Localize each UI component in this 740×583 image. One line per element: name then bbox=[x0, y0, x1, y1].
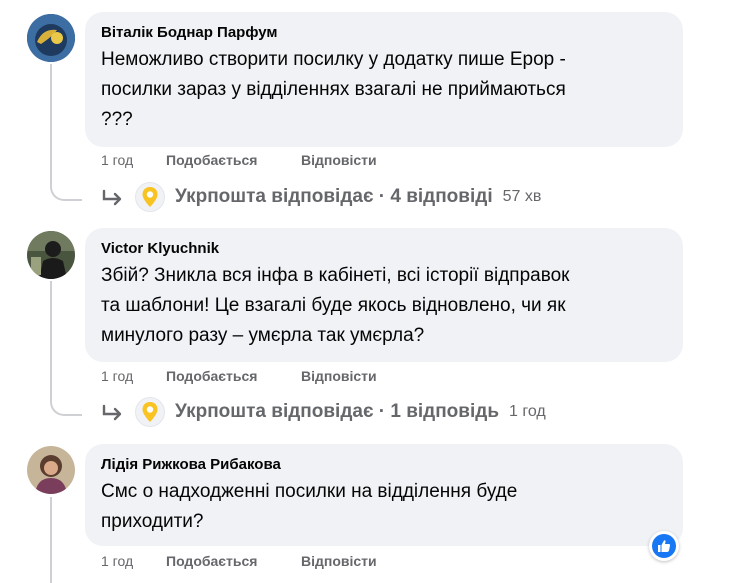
replies-summary: Укрпошта відповідає · 1 відповідь bbox=[175, 401, 499, 422]
reply-button[interactable]: Відповісти bbox=[301, 368, 377, 384]
ukrposhta-logo-icon bbox=[135, 182, 165, 212]
comment-actions: 1 год Подобається Відповісти bbox=[101, 152, 377, 168]
comment-bubble: Victor Klyuchnik Збій? Зникла вся інфа в… bbox=[85, 228, 683, 362]
avatar-image bbox=[27, 14, 75, 62]
thread-line bbox=[50, 281, 52, 398]
avatar-image bbox=[27, 231, 75, 279]
comment-author[interactable]: Віталік Боднар Парфум bbox=[101, 23, 667, 42]
comment-text-line: минулого разу – умєрла так умєрла? bbox=[101, 325, 425, 346]
thread-connector bbox=[50, 181, 82, 201]
comment-time[interactable]: 1 год bbox=[101, 368, 166, 384]
comment-text-line: посилки зараз у відділеннях взагалі не п… bbox=[101, 79, 566, 100]
avatar-image bbox=[27, 446, 75, 494]
comment-time[interactable]: 1 год bbox=[101, 152, 166, 168]
like-button[interactable]: Подобається bbox=[166, 368, 301, 384]
reply-button[interactable]: Відповісти bbox=[301, 553, 377, 569]
ukrposhta-logo-icon bbox=[135, 397, 165, 427]
comment-bubble: Лідія Рижкова Рибакова Смс о надходженні… bbox=[85, 444, 683, 546]
comment-text-line: Смс о надходженні посилки на відділення … bbox=[101, 481, 518, 502]
thread-line bbox=[50, 497, 52, 583]
avatar[interactable] bbox=[27, 231, 75, 279]
avatar[interactable] bbox=[27, 14, 75, 62]
comment-author[interactable]: Лідія Рижкова Рибакова bbox=[101, 455, 667, 474]
comment-author[interactable]: Victor Klyuchnik bbox=[101, 239, 667, 258]
reply-arrow-icon bbox=[102, 189, 122, 206]
replies-summary: Укрпошта відповідає · 4 відповіді bbox=[175, 186, 493, 207]
like-reaction-icon[interactable] bbox=[649, 531, 679, 561]
view-replies-link[interactable]: Укрпошта відповідає · 4 відповіді 57 хв bbox=[101, 182, 541, 212]
comment-text: Смс о надходженні посилки на відділення … bbox=[101, 477, 667, 537]
like-button[interactable]: Подобається bbox=[166, 152, 301, 168]
comment-text: Збій? Зникла вся інфа в кабінеті, всі іс… bbox=[101, 261, 667, 351]
comment-text-line: Збій? Зникла вся інфа в кабінеті, всі іс… bbox=[101, 265, 570, 286]
reply-arrow-icon bbox=[102, 404, 122, 421]
replies-time: 57 хв bbox=[502, 188, 542, 205]
view-replies-link[interactable]: Укрпошта відповідає · 1 відповідь 1 год bbox=[101, 397, 546, 427]
thread-line bbox=[50, 64, 52, 182]
comment-text-line: ??? bbox=[101, 109, 133, 130]
comment-text-line: та шаблони! Це взагалі буде якось віднов… bbox=[101, 295, 566, 316]
replies-time: 1 год bbox=[509, 403, 546, 420]
avatar[interactable] bbox=[27, 446, 75, 494]
comment-actions: 1 год Подобається Відповісти bbox=[101, 368, 377, 384]
comment-bubble: Віталік Боднар Парфум Неможливо створити… bbox=[85, 12, 683, 147]
like-button[interactable]: Подобається bbox=[166, 553, 301, 569]
comment-text-line: Неможливо створити посилку у додатку пиш… bbox=[101, 49, 566, 70]
comment-time[interactable]: 1 год bbox=[101, 553, 166, 569]
comment-actions: 1 год Подобається Відповісти bbox=[101, 553, 377, 569]
comment-text-line: приходити? bbox=[101, 511, 204, 532]
thread-connector bbox=[50, 396, 82, 416]
comment-text: Неможливо створити посилку у додатку пиш… bbox=[101, 45, 667, 135]
reply-button[interactable]: Відповісти bbox=[301, 152, 377, 168]
